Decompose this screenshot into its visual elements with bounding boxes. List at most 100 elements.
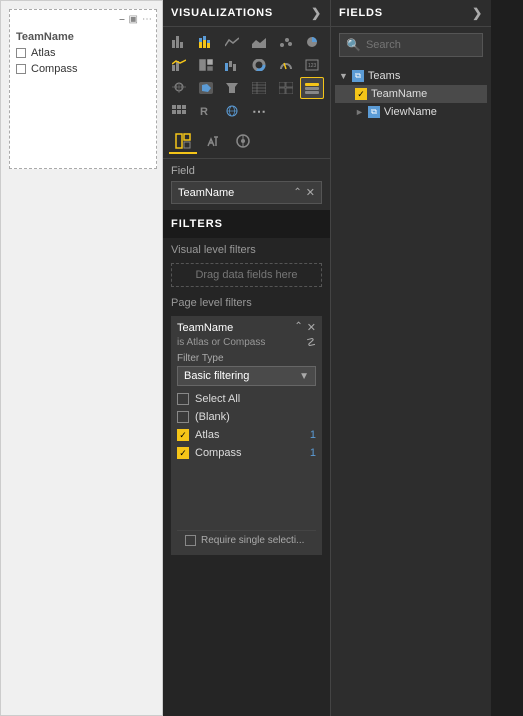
- viz-donut-icon[interactable]: [247, 54, 271, 76]
- viz-header-title: VISUALIZATIONS: [171, 7, 273, 19]
- visual-level-filters-label: Visual level filters: [163, 238, 330, 259]
- collapse-icon[interactable]: ⌃: [294, 321, 302, 334]
- close-icon[interactable]: ✕: [306, 186, 315, 199]
- tab-format[interactable]: [199, 130, 227, 154]
- canvas-panel: ⎯ ▣ ⋯ TeamName Atlas Compass: [0, 0, 163, 716]
- viz-waterfall-icon[interactable]: [220, 54, 244, 76]
- compass-filter-label: Compass: [195, 447, 241, 459]
- fields-tree: ▼ ⧉ Teams TeamName ► ⧉ ViewName: [331, 63, 491, 129]
- viz-pie-chart-icon[interactable]: [300, 31, 324, 53]
- field-section: Field TeamName ⌃ ✕: [163, 159, 330, 210]
- filter-option-compass[interactable]: Compass 1: [177, 444, 316, 462]
- page-level-filters-label: Page level filters: [163, 291, 330, 312]
- tree-group-header-teams[interactable]: ▼ ⧉ Teams: [335, 67, 487, 85]
- field-dropdown-icons: ⌃ ✕: [293, 186, 315, 199]
- eraser-icon[interactable]: ☡: [306, 336, 316, 349]
- viz-gauge-icon[interactable]: [274, 54, 298, 76]
- group-label-teams: Teams: [368, 70, 400, 82]
- chevron-up-icon[interactable]: ⌃: [293, 187, 301, 198]
- tree-item-label-teamname: TeamName: [371, 88, 427, 100]
- minimize-icon[interactable]: ⎯: [120, 14, 125, 25]
- checkbox-select-all[interactable]: [177, 393, 189, 405]
- checkbox-compass[interactable]: [16, 64, 26, 74]
- filters-header: FILTERS: [163, 210, 330, 238]
- tree-item-label-viewname: ViewName: [384, 106, 437, 118]
- atlas-label: Atlas: [31, 47, 55, 59]
- fields-expand-icon[interactable]: ❯: [472, 6, 483, 20]
- filter-card-sub: is Atlas or Compass ☡: [177, 334, 316, 349]
- filter-card: TeamName ⌃ ✕ is Atlas or Compass ☡ Filte…: [171, 316, 322, 555]
- viz-treemap-icon[interactable]: [194, 54, 218, 76]
- field-label: Field: [171, 165, 322, 177]
- viz-line-chart-icon[interactable]: [220, 31, 244, 53]
- filters-section: FILTERS Visual level filters Drag data f…: [163, 210, 330, 716]
- viz-r-icon[interactable]: R: [194, 100, 218, 122]
- filter-type-value: Basic filtering: [184, 370, 249, 382]
- field-dropdown[interactable]: TeamName ⌃ ✕: [171, 181, 322, 204]
- canvas-visual-title: TeamName: [10, 27, 156, 45]
- fields-header: FIELDS ❯: [331, 0, 491, 27]
- fields-header-title: FIELDS: [339, 7, 383, 19]
- resize-icon[interactable]: ▣: [129, 14, 138, 25]
- viz-more-icon[interactable]: ⋯: [247, 100, 271, 122]
- svg-text:123: 123: [308, 63, 317, 69]
- checkbox-atlas[interactable]: [16, 48, 26, 58]
- fields-panel: FIELDS ❯ 🔍 ▼ ⧉ Teams TeamName ► ⧉ ViewNa…: [331, 0, 491, 716]
- viz-grid-icon[interactable]: [167, 100, 191, 122]
- viz-table-icon[interactable]: [247, 77, 271, 99]
- viz-combo-icon[interactable]: [167, 54, 191, 76]
- canvas-item-2: Compass: [10, 61, 156, 77]
- table-icon-viewname: ⧉: [368, 106, 380, 118]
- filter-type-label: Filter Type: [177, 349, 316, 366]
- require-single-checkbox[interactable]: [185, 535, 196, 546]
- compass-count: 1: [310, 447, 316, 459]
- viz-funnel-icon[interactable]: [220, 77, 244, 99]
- filter-option-select-all[interactable]: Select All: [177, 390, 316, 408]
- viz-expand-icon[interactable]: ❯: [311, 6, 322, 20]
- search-icon: 🔍: [346, 38, 361, 52]
- tab-fields[interactable]: [169, 130, 197, 154]
- filter-field-name: TeamName: [177, 322, 233, 334]
- viz-stacked-bar-icon[interactable]: [194, 31, 218, 53]
- field-dropdown-value: TeamName: [178, 187, 234, 199]
- filter-close-icon[interactable]: ✕: [307, 321, 316, 334]
- tree-item-viewname[interactable]: ► ⧉ ViewName: [335, 103, 487, 121]
- viz-filled-map-icon[interactable]: [194, 77, 218, 99]
- tree-item-teamname[interactable]: TeamName: [335, 85, 487, 103]
- checkbox-atlas-filter[interactable]: [177, 429, 189, 441]
- filter-option-blank[interactable]: (Blank): [177, 408, 316, 426]
- checkbox-compass-filter[interactable]: [177, 447, 189, 459]
- compass-label: Compass: [31, 63, 77, 75]
- filter-options: Select All (Blank) Atlas 1 Compass 1: [177, 386, 316, 466]
- checkbox-blank[interactable]: [177, 411, 189, 423]
- viz-area-chart-icon[interactable]: [247, 31, 271, 53]
- viz-globe-icon[interactable]: [220, 100, 244, 122]
- viz-matrix-icon[interactable]: [274, 77, 298, 99]
- viz-tab-bar: [163, 126, 330, 159]
- checked-box-teamname: [355, 88, 367, 100]
- viz-scatter-icon[interactable]: [274, 31, 298, 53]
- viz-bar-chart-icon[interactable]: [167, 31, 191, 53]
- search-box[interactable]: 🔍: [339, 33, 483, 57]
- drag-zone: Drag data fields here: [171, 263, 322, 287]
- viz-panel-header: VISUALIZATIONS ❯: [163, 0, 330, 27]
- blank-label: (Blank): [195, 411, 230, 423]
- tree-item-expand-icon: ►: [355, 107, 364, 117]
- filter-condition: is Atlas or Compass: [177, 337, 265, 348]
- tree-group-teams: ▼ ⧉ Teams TeamName ► ⧉ ViewName: [335, 67, 487, 121]
- filter-type-dropdown[interactable]: Basic filtering ▼: [177, 366, 316, 386]
- canvas-item-1: Atlas: [10, 45, 156, 61]
- viz-slicer-icon[interactable]: [300, 77, 324, 99]
- viz-map-icon[interactable]: [167, 77, 191, 99]
- viz-icons-grid: 123 R ⋯: [163, 27, 330, 126]
- atlas-count: 1: [310, 429, 316, 441]
- canvas-toolbar: ⎯ ▣ ⋯: [10, 10, 156, 27]
- more-icon[interactable]: ⋯: [142, 14, 152, 25]
- tree-expand-icon: ▼: [339, 71, 348, 81]
- search-input[interactable]: [366, 39, 476, 51]
- atlas-filter-label: Atlas: [195, 429, 219, 441]
- viz-card-icon[interactable]: 123: [300, 54, 324, 76]
- filter-option-atlas[interactable]: Atlas 1: [177, 426, 316, 444]
- require-single-section: Require single selecti...: [177, 530, 316, 550]
- tab-analytics[interactable]: [229, 130, 257, 154]
